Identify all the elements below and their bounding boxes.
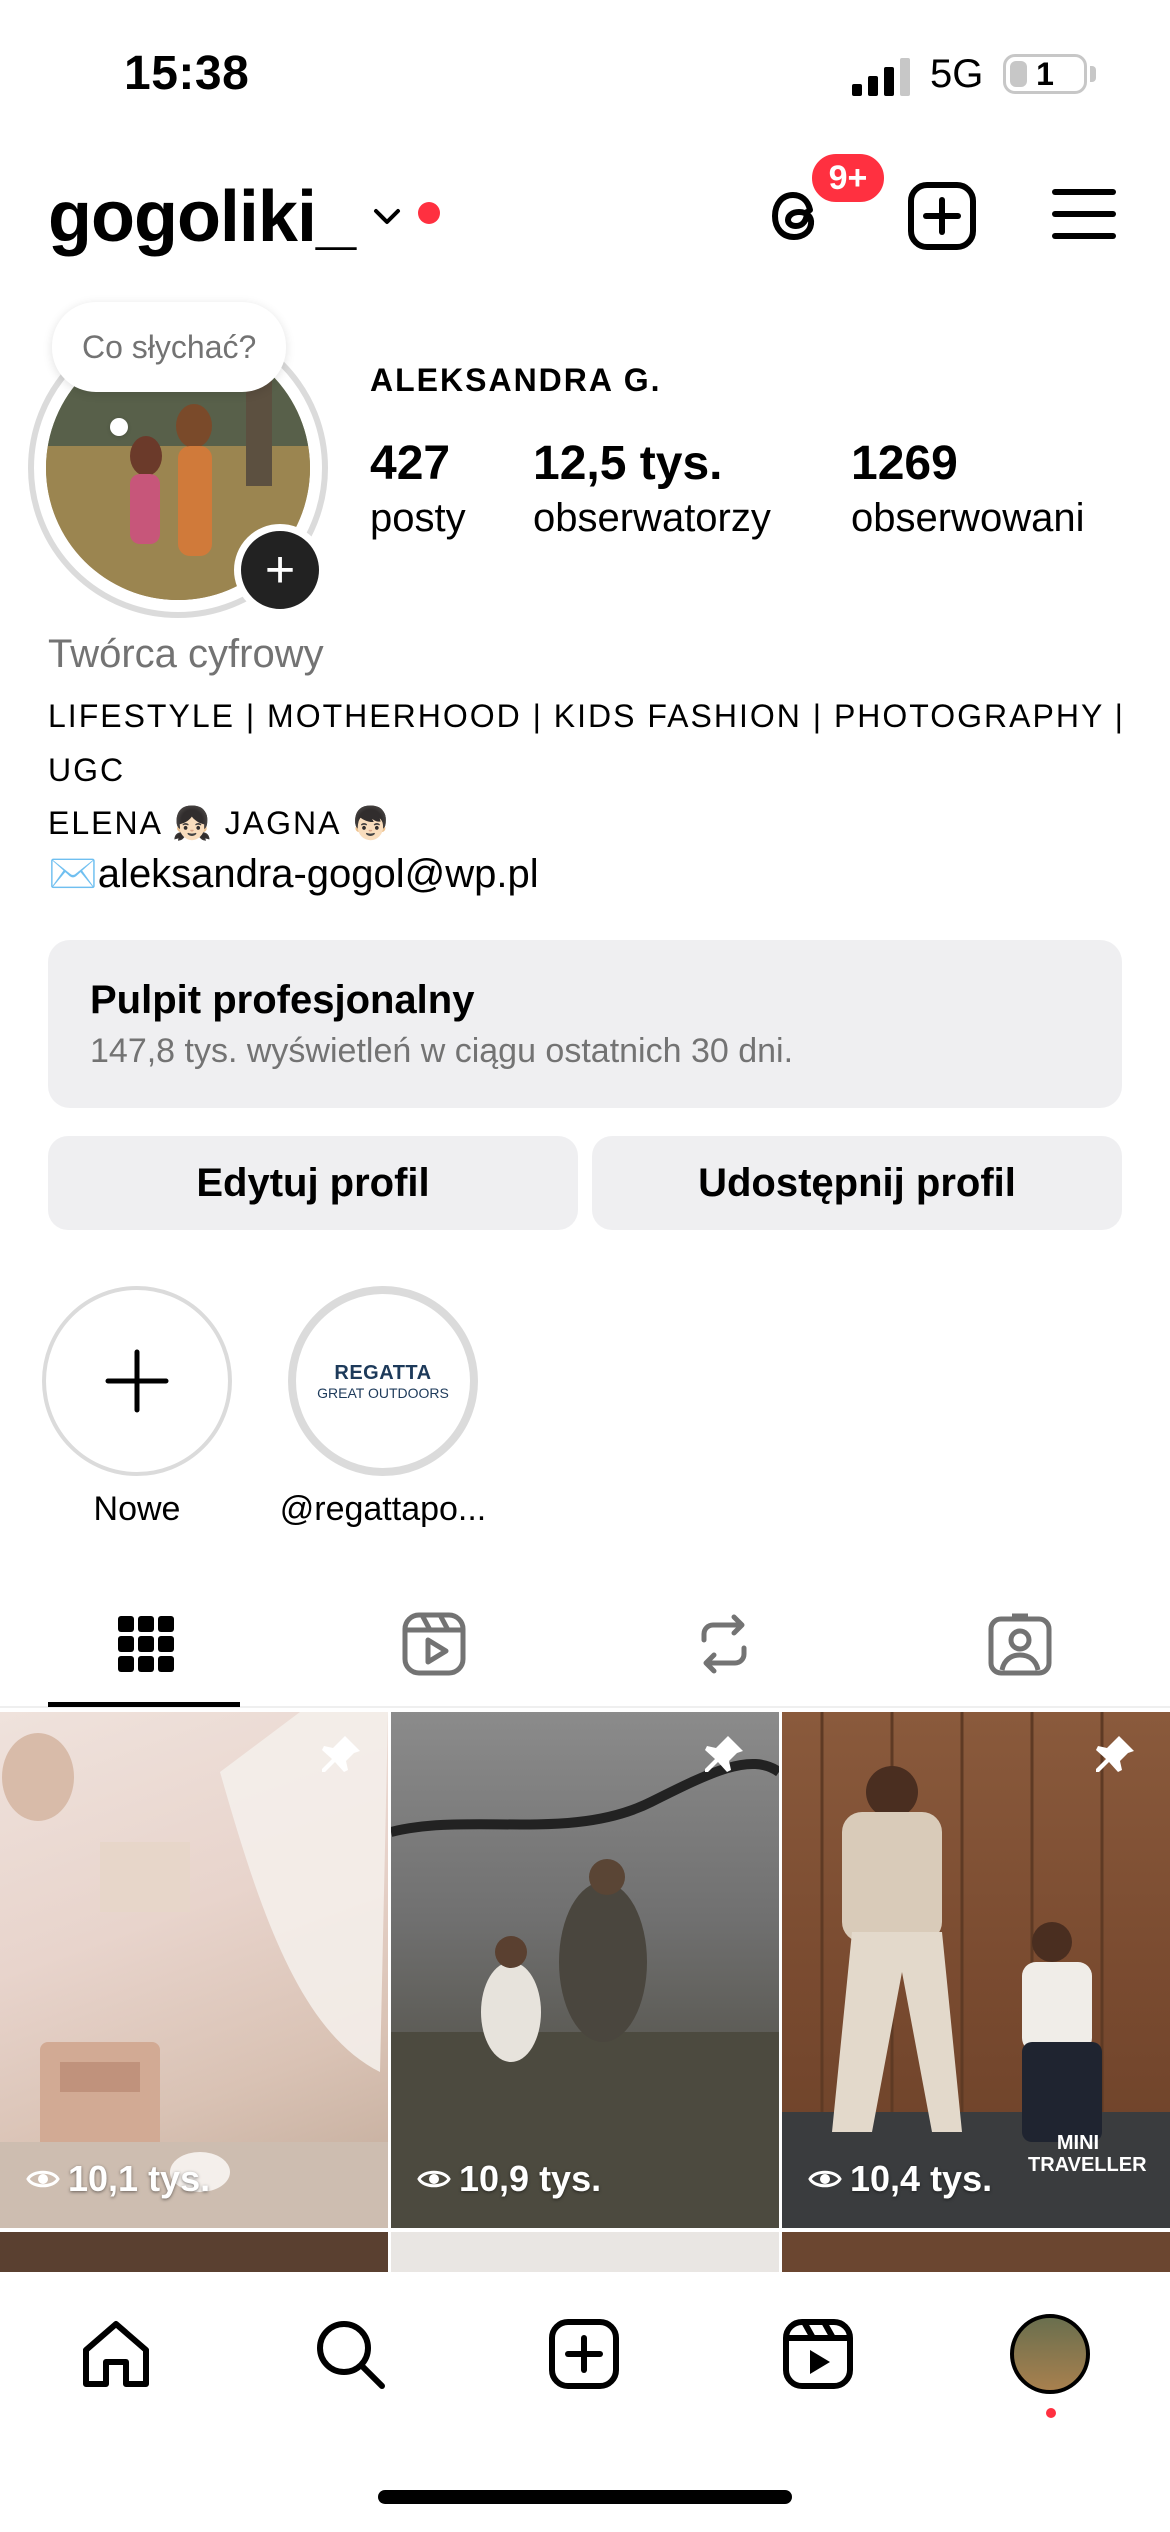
views-label: 10,1 tys. (68, 2158, 211, 2199)
regatta-logo-subtext: GREAT OUTDOORS (317, 1384, 449, 1401)
share-profile-button[interactable]: Udostępnij profil (592, 1136, 1122, 1230)
profile-nav-avatar[interactable] (1010, 2314, 1090, 2394)
dashboard-title: Pulpit profesjonalny (90, 978, 475, 1022)
followers-count[interactable]: 12,5 tys. (533, 436, 722, 491)
highlight-label: @regattapo... (279, 1490, 487, 1528)
signal-icon (852, 58, 910, 96)
grid-post-2[interactable]: 10,9 tys. (391, 1712, 779, 2228)
note-bubble-tail (110, 418, 128, 436)
note-bubble[interactable]: Co słychać? (52, 302, 287, 392)
professional-dashboard[interactable] (48, 940, 1122, 1108)
full-name: ALEKSANDRA G. (370, 362, 662, 398)
battery-level: 1 (1036, 56, 1054, 92)
search-icon[interactable] (312, 2316, 388, 2392)
menu-icon[interactable] (1052, 186, 1116, 242)
edit-profile-button[interactable]: Edytuj profil (48, 1136, 578, 1230)
grid-post-5[interactable] (391, 2232, 779, 2272)
status-time: 15:38 (124, 47, 250, 100)
new-highlight-button[interactable] (42, 1286, 232, 1476)
reels-icon[interactable] (780, 2316, 856, 2392)
grid-post-3[interactable]: MINI TRAVELLER 10,4 tys. (782, 1712, 1170, 2228)
username-switcher[interactable]: gogoliki_ (48, 176, 356, 258)
network-label: 5G (930, 52, 984, 96)
create-icon[interactable] (546, 2316, 622, 2392)
home-icon[interactable] (78, 2316, 154, 2392)
email-link[interactable]: ✉️aleksandra-gogol@wp.pl (48, 850, 539, 897)
views-count: 10,1 tys. (26, 2158, 210, 2200)
profile-notification-dot (1046, 2408, 1056, 2418)
luggage-label-line: MINI (1056, 2132, 1100, 2154)
followers-label[interactable]: obserwatorzy (533, 496, 771, 541)
notification-dot (418, 202, 440, 224)
reposts-tab-icon[interactable] (690, 1610, 758, 1678)
following-label[interactable]: obserwowani (851, 496, 1084, 541)
tagged-tab-icon[interactable] (986, 1610, 1054, 1678)
eye-icon (417, 2170, 451, 2188)
grid-post-1[interactable]: 10,1 tys. (0, 1712, 388, 2228)
pin-icon (705, 1736, 743, 1772)
views-count: 10,4 tys. (808, 2158, 992, 2200)
grid-tab-icon[interactable] (112, 1610, 180, 1678)
threads-badge: 9+ (808, 150, 888, 206)
battery-icon: 1 (1003, 54, 1087, 94)
following-count[interactable]: 1269 (851, 436, 958, 491)
add-story-button[interactable]: + (234, 524, 326, 616)
luggage-label: MINI TRAVELLER (1028, 2132, 1147, 2176)
active-tab-indicator (48, 1702, 240, 1707)
highlight-regatta[interactable]: REGATTA GREAT OUTDOORS (288, 1286, 478, 1476)
views-label: 10,9 tys. (459, 2158, 602, 2199)
category-label: Twórca cyfrowy (48, 632, 324, 676)
battery-cap (1090, 66, 1096, 82)
grid-post-6[interactable] (782, 2232, 1170, 2272)
home-indicator (378, 2490, 792, 2504)
posts-label[interactable]: posty (370, 496, 466, 541)
bio-line: LIFESTYLE | MOTHERHOOD | KIDS FASHION | … (48, 698, 1125, 734)
grid-post-4[interactable] (0, 2232, 388, 2272)
regatta-logo-text: REGATTA (334, 1361, 432, 1384)
posts-count[interactable]: 427 (370, 436, 450, 491)
reels-tab-icon[interactable] (400, 1610, 468, 1678)
dashboard-subtitle: 147,8 tys. wyświetleń w ciągu ostatnich … (90, 1032, 794, 1070)
chevron-down-icon[interactable] (370, 200, 404, 234)
eye-icon (26, 2170, 60, 2188)
pin-icon (1096, 1736, 1134, 1772)
eye-icon (808, 2170, 842, 2188)
views-label: 10,4 tys. (850, 2158, 993, 2199)
plus-icon (105, 1349, 169, 1413)
views-count: 10,9 tys. (417, 2158, 601, 2200)
highlight-label: Nowe (93, 1490, 181, 1528)
bio-line: UGC (48, 752, 126, 788)
pin-icon (322, 1736, 360, 1772)
create-post-icon[interactable] (906, 180, 978, 252)
bio-line: ELENA 👧🏻 JAGNA 👦🏻 (48, 805, 393, 841)
luggage-label-line: TRAVELLER (1028, 2154, 1147, 2176)
